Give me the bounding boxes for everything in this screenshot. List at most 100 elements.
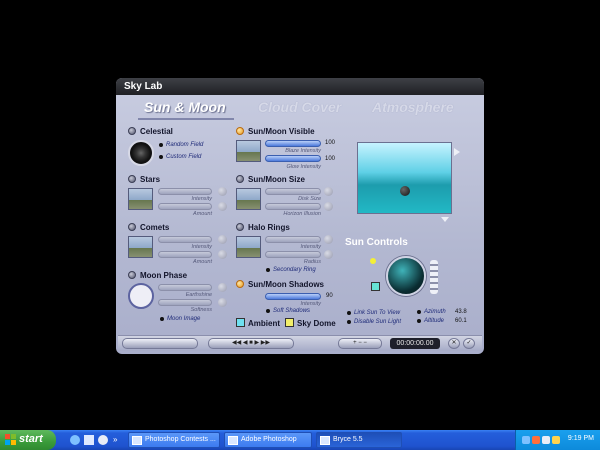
security-icon[interactable] [532,436,540,444]
tab-cloud-cover[interactable]: Cloud Cover [258,99,341,115]
halo-rings-thumbnail[interactable] [236,236,261,258]
earthshine-label: Earthshine [185,292,212,298]
keyframe-buttons[interactable]: + − − [338,338,382,349]
glow-intensity-value: 100 [325,156,336,162]
sun-moon-shadows-toggle[interactable] [236,280,244,288]
quick-launch-expand-icon[interactable]: » [113,435,117,444]
moon-phase-toggle[interactable] [128,271,136,279]
sky-preview[interactable] [357,142,452,214]
tab-sun-moon[interactable]: Sun & Moon [144,99,226,115]
earthshine-knob[interactable] [218,283,227,292]
tab-atmosphere[interactable]: Atmosphere [372,99,454,115]
glow-intensity-slider[interactable] [265,155,321,162]
azimuth-label: Azimuth [417,309,446,315]
soft-shadows-option[interactable]: Soft Shadows [265,308,310,314]
moon-position-square[interactable] [371,282,380,291]
softness-knob[interactable] [218,298,227,307]
halo-intensity-knob[interactable] [324,235,333,244]
stars-intensity-knob[interactable] [218,187,227,196]
sun-moon-shadows-label: Sun/Moon Shadows [248,280,324,289]
browser-icon [132,436,142,445]
photoshop-icon [228,436,238,445]
halo-radius-label: Radius [303,259,321,265]
secondary-ring-option[interactable]: Secondary Ring [266,267,316,273]
halo-intensity-slider[interactable] [265,236,321,243]
sun-moon-size-toggle[interactable] [236,175,244,183]
celestial-toggle[interactable] [128,127,136,135]
comets-intensity-knob[interactable] [218,235,227,244]
system-tray: 9:19 PM [515,430,600,450]
comets-intensity-label: Intensity [191,244,212,250]
celestial-dial[interactable] [128,140,154,166]
moon-phase-dial[interactable] [128,283,154,309]
blaze-intensity-slider[interactable] [265,140,321,147]
comets-thumbnail[interactable] [128,236,153,258]
link-sun-to-view-option[interactable]: Link Sun To View [346,310,400,316]
azimuth-value[interactable]: 43.8 [455,309,467,315]
tab-underline [138,118,234,120]
ambient-color-swatch[interactable] [236,318,245,327]
comets-toggle[interactable] [128,223,136,231]
halo-radius-knob[interactable] [324,250,333,259]
stars-amount-label: Amount [193,211,212,217]
internet-explorer-icon[interactable] [70,435,80,445]
preview-dropdown-arrow-icon[interactable] [441,217,449,222]
taskbar-item-bryce[interactable]: Bryce 5.5 [316,432,402,448]
ok-button[interactable]: ✓ [463,338,475,349]
stars-amount-slider[interactable] [158,203,212,210]
sun-moon-visible-toggle[interactable] [236,127,244,135]
comets-amount-slider[interactable] [158,251,212,258]
time-display[interactable]: 00:00:00.00 [390,338,440,349]
window-title: Sky Lab [116,78,484,95]
taskbar-item-photoshop-contests[interactable]: Photoshop Contests ... [128,432,220,448]
horizon-illusion-slider[interactable] [265,203,321,210]
playback-buttons[interactable]: ◀◀ ◀ ■ ▶ ▶▶ [208,338,294,349]
messenger-icon[interactable] [552,436,560,444]
stars-intensity-slider[interactable] [158,188,212,195]
stars-toggle[interactable] [128,175,136,183]
sun-elevation-stepper[interactable] [430,260,438,294]
sky-dome-color-swatch[interactable] [285,318,294,327]
comets-intensity-slider[interactable] [158,236,212,243]
media-player-icon[interactable] [98,435,108,445]
horizon-illusion-knob[interactable] [324,202,333,211]
disk-size-label: Disk Size [298,196,321,202]
taskbar: start » Photoshop Contests ... Adobe Pho… [0,430,600,450]
blaze-intensity-label: Blaze Intensity [285,148,321,154]
halo-radius-slider[interactable] [265,251,321,258]
softness-slider[interactable] [158,299,212,306]
horizon-illusion-label: Horizon Illusion [283,211,321,217]
sun-moon-size-thumbnail[interactable] [236,188,261,210]
shadow-intensity-slider[interactable] [265,293,321,300]
altitude-value[interactable]: 60.1 [455,318,467,324]
sun-moon-visible-thumbnail[interactable] [236,140,261,162]
disable-sun-light-option[interactable]: Disable Sun Light [346,319,401,325]
timeline-scrubber[interactable] [122,338,198,349]
disk-size-slider[interactable] [265,188,321,195]
network-icon[interactable] [522,436,530,444]
show-desktop-icon[interactable] [84,435,94,445]
sun-moon-size-label: Sun/Moon Size [248,175,305,184]
halo-rings-label: Halo Rings [248,223,290,232]
stars-thumbnail[interactable] [128,188,153,210]
volume-icon[interactable] [542,436,550,444]
halo-rings-toggle[interactable] [236,223,244,231]
custom-field-option[interactable]: Custom Field [158,154,201,160]
preview-menu-arrow-icon[interactable] [454,148,460,156]
random-field-option[interactable]: Random Field [158,142,203,148]
cancel-button[interactable]: ✕ [448,338,460,349]
moon-image-option[interactable]: Moon Image [159,316,200,322]
start-button[interactable]: start [0,430,56,450]
disk-size-knob[interactable] [324,187,333,196]
sun-position-dial[interactable] [386,256,426,296]
moon-phase-label: Moon Phase [140,271,188,280]
sun-position-dot[interactable] [370,258,376,264]
earthshine-slider[interactable] [158,284,212,291]
sun-moon-visible-label: Sun/Moon Visible [248,127,315,136]
shadow-intensity-value: 90 [326,293,333,299]
stars-amount-knob[interactable] [218,202,227,211]
taskbar-item-adobe-photoshop[interactable]: Adobe Photoshop [224,432,312,448]
start-label: start [19,433,43,445]
stars-label: Stars [140,175,161,184]
comets-amount-knob[interactable] [218,250,227,259]
